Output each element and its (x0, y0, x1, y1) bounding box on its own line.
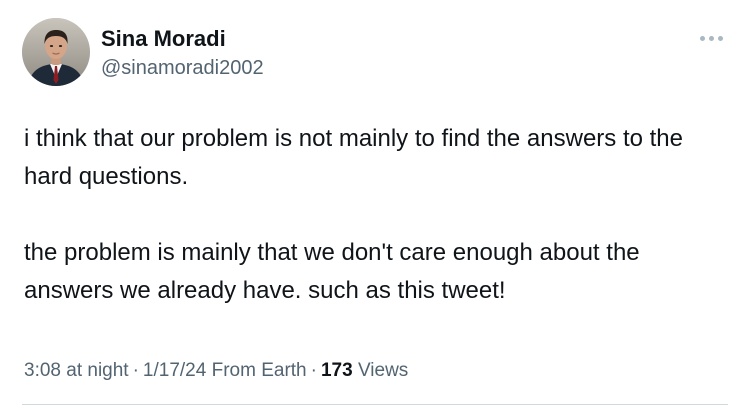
user-block: Sina Moradi @sinamoradi2002 (101, 26, 264, 81)
views-count[interactable]: 173 (321, 360, 353, 381)
tweet-meta: 3:08 at night · 1/17/24 From Earth · 173 Vie… (24, 358, 408, 384)
timestamp-date[interactable]: 1/17/24 (143, 360, 206, 381)
tweet-paragraph: the problem is mainly that we don't care… (24, 239, 640, 304)
tweet-card: Sina Moradi @sinamoradi2002 i think that… (0, 0, 750, 408)
profile-photo-icon (22, 18, 90, 86)
tweet-text: i think that our problem is not mainly t… (24, 120, 734, 310)
more-options-button[interactable] (696, 28, 726, 48)
ellipsis-icon (717, 35, 723, 41)
divider (22, 404, 728, 405)
avatar[interactable] (22, 18, 90, 86)
tweet-location: From Earth (211, 360, 307, 381)
tweet-header: Sina Moradi @sinamoradi2002 (22, 18, 732, 88)
ellipsis-icon (708, 35, 714, 41)
ellipsis-icon (699, 35, 705, 41)
timestamp-time[interactable]: 3:08 at night (24, 360, 129, 381)
meta-separator: · (310, 360, 317, 381)
display-name[interactable]: Sina Moradi (101, 26, 264, 52)
tweet-paragraph: i think that our problem is not mainly t… (24, 125, 684, 190)
meta-separator: · (132, 360, 139, 381)
views-label: Views (357, 360, 409, 381)
user-handle[interactable]: @sinamoradi2002 (101, 55, 264, 81)
